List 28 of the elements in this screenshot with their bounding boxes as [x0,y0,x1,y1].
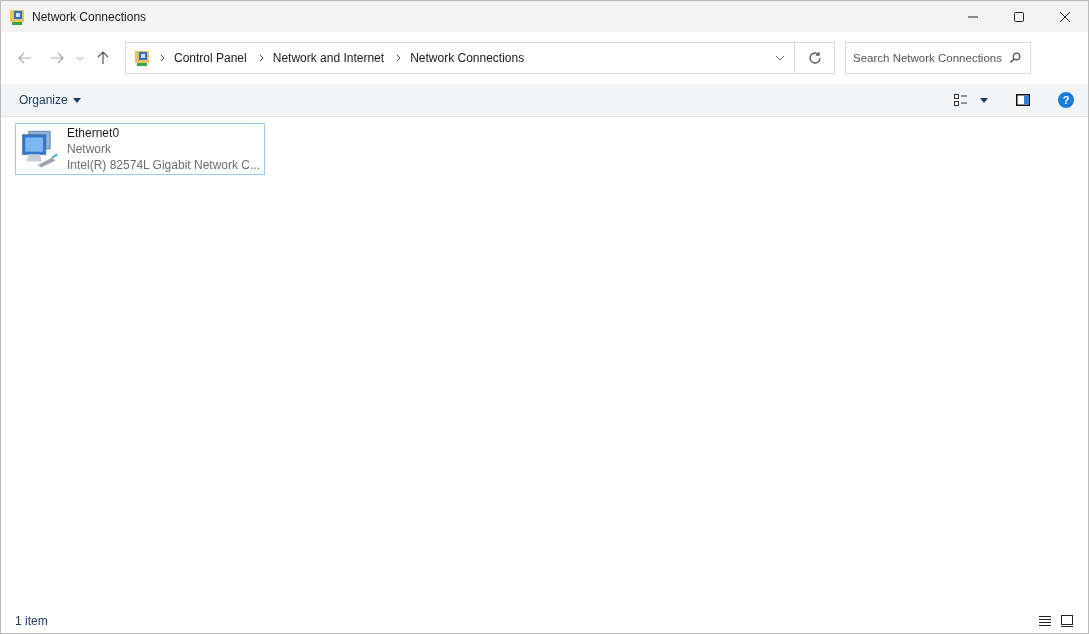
network-folder-icon [134,49,152,67]
network-folder-icon [9,7,27,26]
breadcrumb-item[interactable]: Network and Internet [272,51,385,65]
chevron-right-icon [159,53,167,63]
refresh-icon [807,51,822,65]
chevron-down-icon[interactable] [774,53,786,63]
adapter-name: Intel(R) 82574L Gigabit Network C... [67,157,260,173]
chevron-right-icon [257,53,266,63]
view-options-icon[interactable] [954,94,968,106]
help-button[interactable]: ? [1058,92,1074,108]
preview-pane-icon[interactable] [1016,94,1030,106]
connection-name: Ethernet0 [67,125,121,141]
refresh-button[interactable] [795,42,835,74]
connection-status: Network [67,141,113,157]
search-icon [1009,52,1021,64]
breadcrumb-item[interactable]: Control Panel [174,51,247,65]
organize-menu-button[interactable]: Organize [13,89,87,111]
breadcrumb-item[interactable]: Network Connections [410,51,525,65]
large-icons-view-icon[interactable] [1060,615,1074,627]
item-count: 1 item [15,614,48,628]
up-arrow-icon[interactable] [95,50,111,66]
window-title: Network Connections [32,9,147,24]
network-connection-tile[interactable]: Ethernet0 Network Intel(R) 82574L Gigabit Network C... [15,123,265,175]
address-bar[interactable]: Control Panel Network and Internet Network Connections [125,42,795,74]
caret-icon [72,97,81,103]
search-field[interactable]: Search Network Connections [845,42,1031,74]
details-view-icon[interactable] [1038,615,1052,627]
caret-icon[interactable] [980,97,988,103]
